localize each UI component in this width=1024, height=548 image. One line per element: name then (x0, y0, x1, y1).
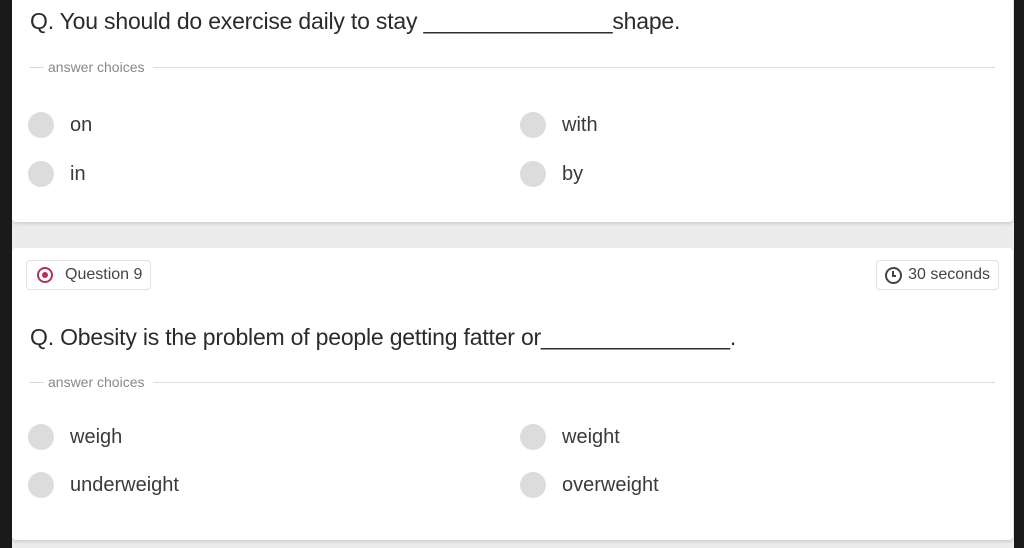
radio-button[interactable] (520, 424, 546, 450)
answer-option-by[interactable]: by (520, 159, 583, 189)
question-number-label: Question 9 (65, 266, 143, 283)
answer-option-underweight[interactable]: underweight (28, 470, 179, 500)
radio-button[interactable] (28, 112, 54, 138)
radio-button[interactable] (28, 424, 54, 450)
option-label: in (70, 162, 86, 185)
option-label: weight (562, 425, 620, 448)
answer-option-overweight[interactable]: overweight (520, 470, 659, 500)
answer-option-weight[interactable]: weight (520, 422, 620, 452)
screen-edge-right (1014, 0, 1024, 548)
radio-button[interactable] (520, 112, 546, 138)
answer-choices-label: answer choices (48, 59, 145, 75)
radio-button[interactable] (520, 472, 546, 498)
answer-choices-label: answer choices (48, 374, 145, 390)
target-icon (37, 267, 53, 283)
time-limit-badge: 30 seconds (876, 260, 999, 290)
question-card-8: Q. You should do exercise daily to stay … (12, 0, 1013, 222)
radio-button[interactable] (520, 161, 546, 187)
screen-edge-left (0, 0, 12, 548)
question-text: Q. You should do exercise daily to stay … (30, 8, 681, 34)
question-text: Q. Obesity is the problem of people gett… (30, 324, 737, 350)
answer-option-on[interactable]: on (28, 110, 92, 140)
answer-option-weigh[interactable]: weigh (28, 422, 122, 452)
question-card-9: Question 9 30 seconds Q. Obesity is the … (12, 248, 1013, 540)
clock-icon (885, 266, 903, 284)
option-label: by (562, 162, 584, 185)
answer-choices-divider: answer choices (30, 373, 995, 391)
time-limit-label: 30 seconds (908, 266, 990, 283)
option-label: with (562, 113, 598, 136)
option-label: weigh (70, 425, 123, 448)
option-label: underweight (70, 473, 179, 496)
option-label: overweight (562, 473, 659, 496)
option-label: on (70, 113, 93, 136)
radio-button[interactable] (28, 472, 54, 498)
answer-option-with[interactable]: with (520, 110, 598, 140)
answer-option-in[interactable]: in (28, 159, 86, 189)
answer-choices-divider: answer choices (30, 58, 995, 76)
question-number-badge: Question 9 (26, 260, 152, 290)
radio-button[interactable] (28, 161, 54, 187)
